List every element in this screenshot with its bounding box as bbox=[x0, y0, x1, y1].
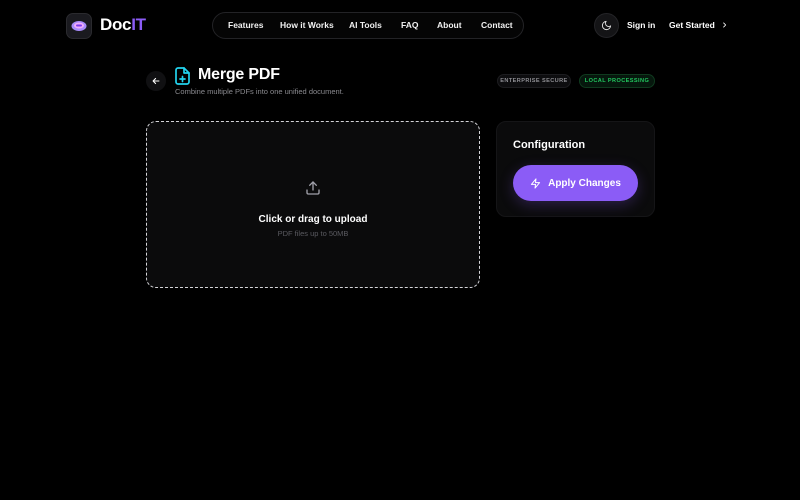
brand-name[interactable]: DocIT bbox=[100, 15, 146, 35]
nav-item-features[interactable]: Features bbox=[228, 20, 263, 30]
top-navbar: DocIT Features How it Works AI Tools FAQ… bbox=[0, 0, 800, 52]
nav-item-faq[interactable]: FAQ bbox=[401, 20, 418, 30]
local-processing-badge: LOCAL PROCESSING bbox=[579, 74, 655, 88]
apply-changes-button[interactable]: Apply Changes bbox=[513, 165, 638, 201]
nav-item-contact[interactable]: Contact bbox=[481, 20, 513, 30]
upload-dropzone[interactable]: Click or drag to upload PDF files up to … bbox=[146, 121, 480, 288]
docit-logo-icon[interactable] bbox=[66, 13, 92, 39]
upload-hint: PDF files up to 50MB bbox=[277, 229, 349, 238]
upload-icon bbox=[306, 181, 320, 195]
sign-in-link[interactable]: Sign in bbox=[627, 20, 655, 30]
nav-item-ai-tools[interactable]: AI Tools bbox=[349, 20, 382, 30]
nav-item-how-it-works[interactable]: How it Works bbox=[280, 20, 334, 30]
nav-item-about[interactable]: About bbox=[437, 20, 462, 30]
moon-icon bbox=[601, 20, 612, 31]
upload-title: Click or drag to upload bbox=[258, 214, 368, 225]
arrow-left-icon bbox=[152, 77, 160, 85]
apply-changes-label: Apply Changes bbox=[548, 177, 621, 189]
get-started-label: Get Started bbox=[669, 20, 715, 30]
theme-toggle-button[interactable] bbox=[594, 13, 619, 38]
enterprise-secure-badge: ENTERPRISE SECURE bbox=[497, 74, 571, 88]
page-subtitle: Combine multiple PDFs into one unified d… bbox=[175, 87, 344, 96]
get-started-button[interactable]: Get Started bbox=[669, 20, 728, 30]
lightning-icon bbox=[530, 177, 541, 189]
configuration-panel: Configuration Apply Changes bbox=[496, 121, 655, 217]
configuration-title: Configuration bbox=[513, 139, 586, 151]
brand-main: Doc bbox=[100, 15, 132, 34]
page-title: Merge PDF bbox=[198, 66, 280, 83]
main-nav: Features How it Works AI Tools FAQ About… bbox=[212, 12, 524, 39]
brand-accent: IT bbox=[131, 15, 146, 34]
back-button[interactable] bbox=[146, 71, 166, 91]
chevron-right-icon bbox=[723, 22, 726, 28]
file-plus-icon bbox=[175, 67, 190, 85]
